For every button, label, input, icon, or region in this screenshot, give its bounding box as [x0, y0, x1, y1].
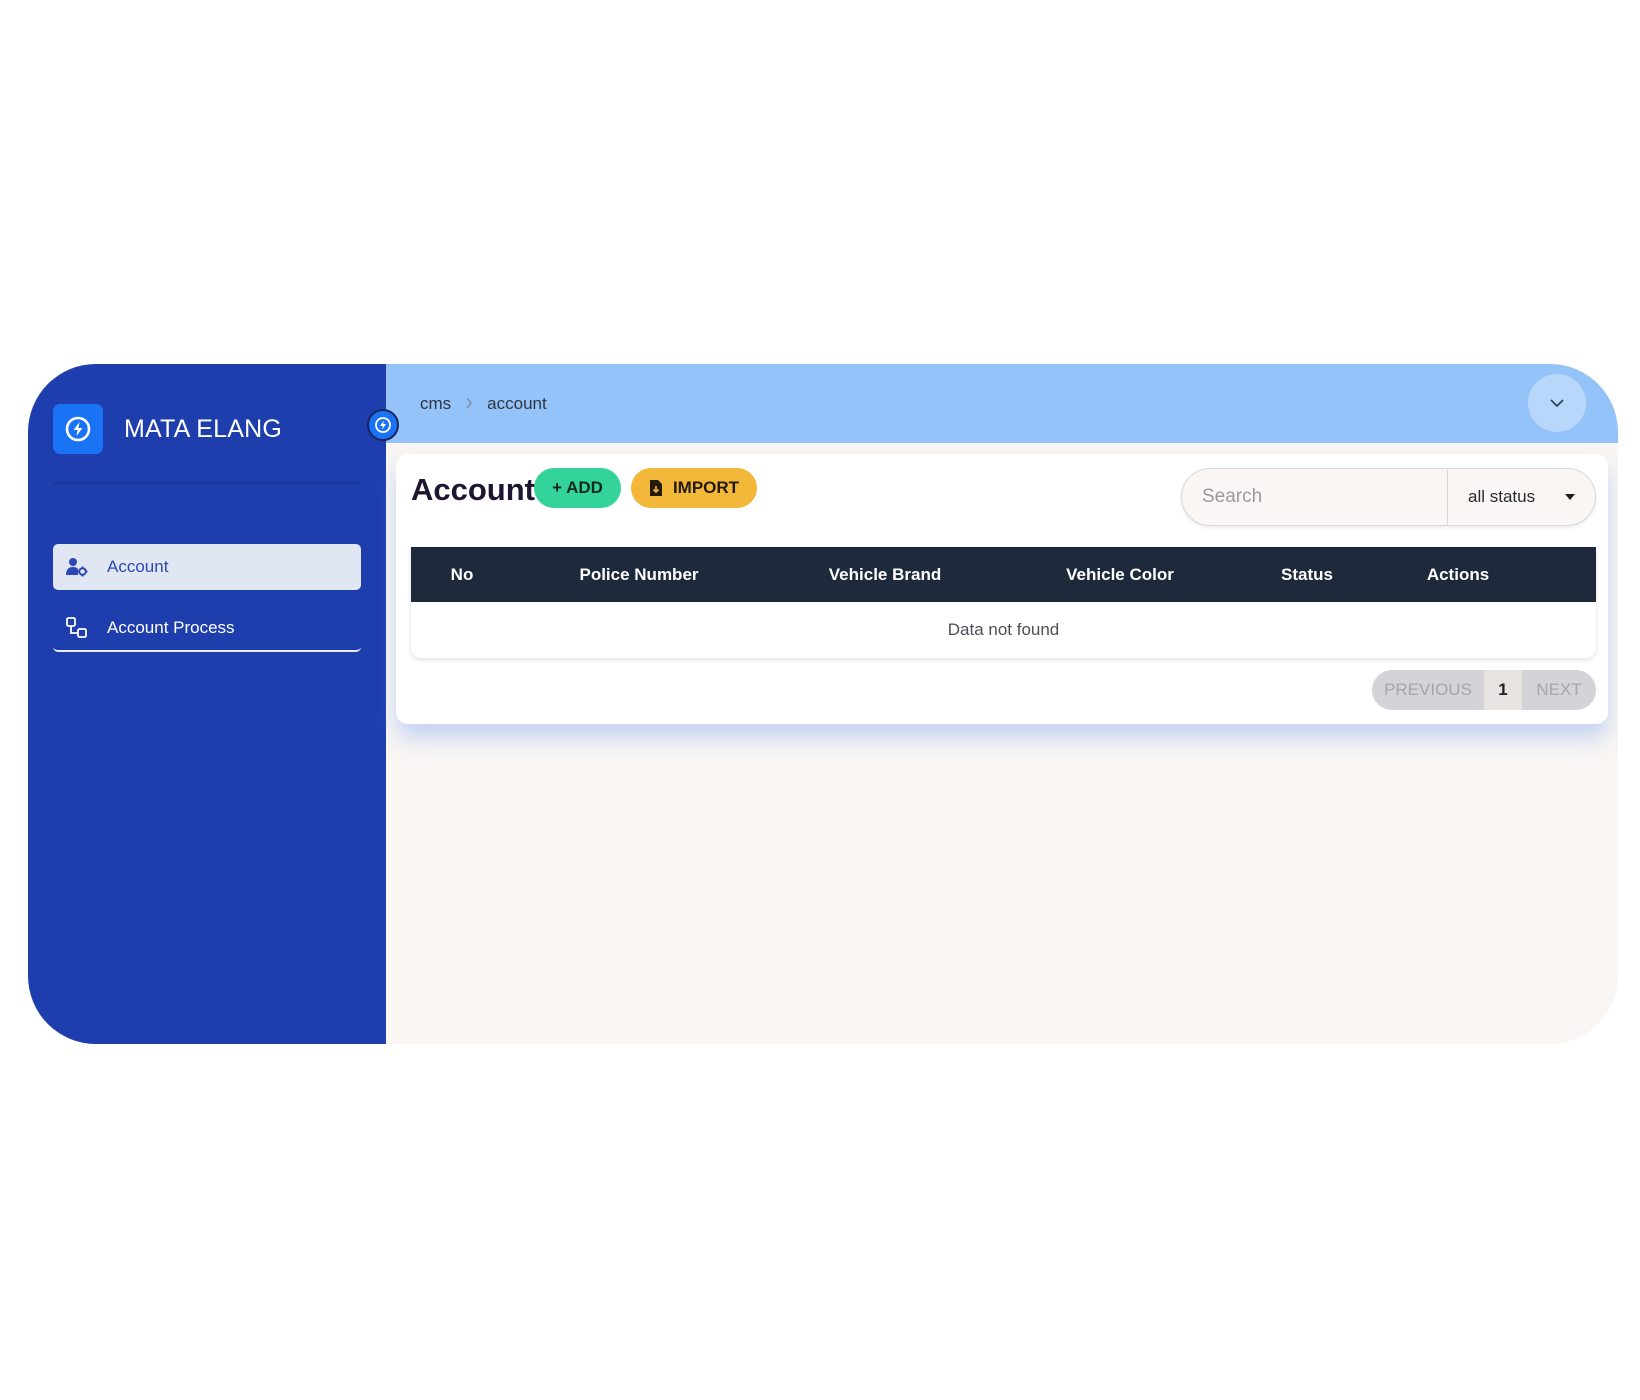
account-table: No Police Number Vehicle Brand Vehicle C… — [411, 547, 1596, 658]
sidebar-item-account[interactable]: Account — [53, 544, 361, 590]
column-header-actions: Actions — [1426, 565, 1490, 584]
column-header-vehicle-brand: Vehicle Brand — [828, 565, 942, 584]
profile-dropdown-button[interactable] — [1528, 374, 1586, 432]
bolt-circle-icon — [53, 404, 103, 454]
breadcrumb-item-account[interactable]: account — [487, 394, 547, 414]
column-header-police-number: Police Number — [579, 565, 699, 584]
brand-name: MATA ELANG — [124, 414, 283, 443]
sidebar-divider — [53, 482, 361, 484]
column-header-vehicle-color: Vehicle Color — [1066, 565, 1174, 584]
page-number-button[interactable]: 1 — [1484, 670, 1522, 710]
app-window: MATA ELANG Account Account Process cms a… — [28, 364, 1618, 1044]
chevron-down-icon — [1550, 399, 1564, 408]
import-button-label: IMPORT — [672, 478, 740, 497]
import-button[interactable]: IMPORT — [631, 468, 757, 508]
bolt-circle-icon — [375, 417, 391, 433]
file-import-icon — [649, 479, 663, 497]
user-gear-icon — [65, 555, 89, 579]
account-card: Account + ADD IMPORT all status No — [396, 454, 1608, 724]
caret-down-icon — [1565, 494, 1575, 500]
breadcrumb: cms account — [420, 394, 547, 414]
topbar: cms account — [386, 364, 1618, 443]
add-button[interactable]: + ADD — [534, 468, 621, 508]
search-input[interactable] — [1182, 469, 1447, 525]
search-filter-group: all status — [1181, 468, 1596, 526]
sidebar-item-label: Account — [107, 557, 169, 576]
column-header-status: Status — [1281, 565, 1333, 584]
empty-state-row: Data not found — [411, 602, 1596, 658]
previous-page-button[interactable]: PREVIOUS — [1372, 670, 1484, 710]
column-header-no: No — [450, 565, 474, 584]
sidebar-item-account-process[interactable]: Account Process — [53, 606, 361, 652]
chevron-right-icon — [465, 397, 473, 412]
flow-nodes-icon — [65, 616, 89, 640]
sidebar-toggle-button[interactable] — [367, 409, 399, 441]
sidebar: MATA ELANG Account Account Process — [28, 364, 386, 1044]
status-filter-select[interactable]: all status — [1447, 469, 1595, 525]
pagination: PREVIOUS 1 NEXT — [1372, 670, 1596, 710]
table-header: No Police Number Vehicle Brand Vehicle C… — [411, 547, 1596, 602]
next-page-button[interactable]: NEXT — [1522, 670, 1596, 710]
status-filter-value: all status — [1468, 487, 1536, 506]
sidebar-item-label: Account Process — [107, 618, 235, 637]
breadcrumb-item-cms[interactable]: cms — [420, 394, 451, 414]
page-title: Account — [411, 472, 535, 507]
brand[interactable]: MATA ELANG — [53, 404, 282, 454]
